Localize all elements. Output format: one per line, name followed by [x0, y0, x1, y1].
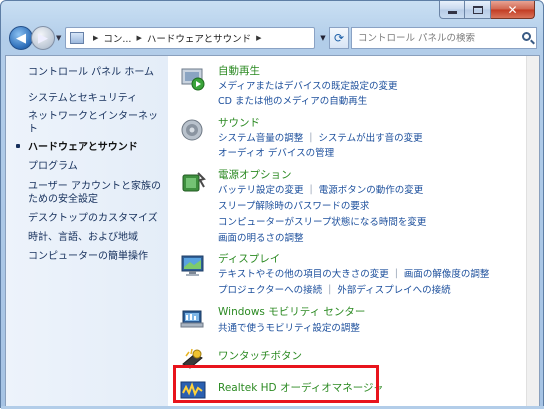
- control-panel-icon: [70, 32, 84, 44]
- search-box: [351, 27, 537, 49]
- link-separator: |: [309, 183, 313, 195]
- chevron-right-icon[interactable]: ▶: [256, 34, 261, 42]
- address-bar[interactable]: ▶ コン... ▶ ハードウェアとサウンド ▶: [65, 27, 315, 49]
- breadcrumb-hardware-sound[interactable]: ハードウェアとサウンド: [147, 31, 251, 45]
- recent-pages-dropdown-icon[interactable]: ▼: [56, 34, 61, 42]
- category-links: CD または他のメディアの自動再生: [218, 93, 367, 107]
- chevron-right-icon[interactable]: ▶: [93, 34, 98, 42]
- sidebar-item-clock-language-region[interactable]: 時計、言語、および地域: [28, 231, 164, 244]
- refresh-button[interactable]: ⟳: [329, 27, 349, 49]
- category-links: テキストやその他の項目の大きさの変更 | 画面の解像度の調整: [218, 266, 490, 281]
- link-separator: |: [309, 131, 313, 143]
- display-icon: [181, 255, 204, 276]
- link-separator: |: [328, 283, 332, 295]
- link-change-system-sounds[interactable]: システムが出す音の変更: [318, 130, 422, 144]
- sidebar-item-desktop-customization[interactable]: デスクトップのカスタマイズ: [28, 212, 164, 225]
- link-adjust-resolution[interactable]: 画面の解像度の調整: [404, 266, 490, 280]
- navigation-bar: ◀ ▶ ▼ ▶ コン... ▶ ハードウェアとサウンド ▶ ▼ ⟳: [5, 25, 539, 51]
- link-adjust-brightness[interactable]: 画面の明るさの調整: [218, 230, 304, 244]
- link-default-media-settings[interactable]: メディアまたはデバイスの既定設定の変更: [218, 78, 398, 92]
- category-links: コンピューターがスリープ状態になる時間を変更: [218, 214, 426, 228]
- link-change-sleep-time[interactable]: コンピューターがスリープ状態になる時間を変更: [218, 214, 426, 228]
- refresh-icon: ⟳: [333, 31, 345, 45]
- category-title[interactable]: 自動再生: [218, 63, 260, 78]
- autoplay-icon: [181, 68, 205, 91]
- caption-buttons: ✕: [439, 1, 535, 19]
- category-links: オーディオ デバイスの管理: [218, 145, 334, 159]
- category-links: スリープ解除時のパスワードの要求: [218, 198, 369, 212]
- link-change-power-button[interactable]: 電源ボタンの動作の変更: [319, 182, 424, 196]
- sidebar-item-hardware-sound: ハードウェアとサウンド: [28, 142, 138, 153]
- category-links: 共通で使うモビリティ設定の調整: [218, 320, 360, 334]
- address-dropdown-icon[interactable]: ▼: [317, 27, 329, 49]
- link-manage-audio-devices[interactable]: オーディオ デバイスの管理: [218, 145, 334, 159]
- sidebar-item-programs[interactable]: プログラム: [28, 160, 164, 173]
- link-require-password-on-wake[interactable]: スリープ解除時のパスワードの要求: [218, 198, 369, 212]
- search-icon[interactable]: [522, 32, 531, 41]
- sidebar-item-user-accounts[interactable]: ユーザー アカウントと家族のための安全設定: [28, 180, 164, 206]
- back-button[interactable]: ◀: [9, 26, 33, 50]
- category-links: プロジェクターへの接続 | 外部ディスプレイへの接続: [218, 282, 451, 297]
- forward-button[interactable]: ▶: [31, 26, 55, 50]
- category-links: システム音量の調整 | システムが出す音の変更: [218, 130, 423, 145]
- category-title[interactable]: ディスプレイ: [218, 251, 280, 266]
- control-panel-window: ✕ ◀ ▶ ▼ ▶ コン... ▶ ハードウェアとサウンド ▶ ▼ ⟳ コントロ…: [0, 0, 544, 409]
- link-change-text-size[interactable]: テキストやその他の項目の大きさの変更: [218, 266, 389, 280]
- vertical-scrollbar[interactable]: [526, 56, 539, 409]
- minimize-button[interactable]: [439, 1, 465, 19]
- chevron-right-icon[interactable]: ▶: [136, 34, 141, 42]
- arrow-left-icon: ◀: [16, 30, 26, 46]
- link-cd-autoplay[interactable]: CD または他のメディアの自動再生: [218, 93, 367, 107]
- category-links: 画面の明るさの調整: [218, 230, 304, 244]
- client-area: コントロール パネル ホーム システムとセキュリティ ネットワークとインターネッ…: [5, 55, 540, 409]
- arrow-right-icon: ▶: [38, 30, 48, 46]
- link-connect-projector[interactable]: プロジェクターへの接続: [218, 282, 322, 296]
- close-icon: ✕: [507, 2, 518, 17]
- power-options-icon: [182, 172, 206, 192]
- category-title[interactable]: ワンタッチボタン: [218, 348, 302, 363]
- category-links: メディアまたはデバイスの既定設定の変更: [218, 78, 398, 92]
- link-adjust-mobility-settings[interactable]: 共通で使うモビリティ設定の調整: [218, 320, 360, 334]
- category-list: 自動再生 メディアまたはデバイスの既定設定の変更 CD または他のメディアの自動…: [168, 56, 528, 409]
- search-input[interactable]: [358, 32, 516, 44]
- maximize-icon: [472, 5, 483, 14]
- sidebar-item-ease-of-access[interactable]: コンピューターの簡単操作: [28, 250, 164, 263]
- link-separator: |: [394, 267, 398, 279]
- sidebar: コントロール パネル ホーム システムとセキュリティ ネットワークとインターネッ…: [6, 56, 168, 409]
- mobility-center-icon: [180, 310, 204, 328]
- maximize-button[interactable]: [465, 1, 491, 19]
- breadcrumb-control-panel[interactable]: コン...: [103, 31, 131, 45]
- sidebar-item-control-panel-home[interactable]: コントロール パネル ホーム: [28, 66, 164, 79]
- link-adjust-volume[interactable]: システム音量の調整: [218, 130, 303, 144]
- link-change-battery-settings[interactable]: バッテリ設定の変更: [218, 182, 304, 196]
- minimize-icon: [447, 11, 457, 14]
- sidebar-item-network-internet[interactable]: ネットワークとインターネット: [28, 110, 164, 136]
- close-button[interactable]: ✕: [491, 1, 535, 19]
- current-page-bullet-icon: [16, 144, 20, 148]
- category-title[interactable]: サウンド: [218, 115, 260, 130]
- category-title[interactable]: 電源オプション: [218, 167, 292, 182]
- category-title[interactable]: Windows モビリティ センター: [218, 304, 365, 319]
- annotation-highlight-box: [173, 365, 379, 403]
- category-links: バッテリ設定の変更 | 電源ボタンの動作の変更: [218, 182, 424, 197]
- speaker-icon: [181, 119, 203, 141]
- link-connect-external-display[interactable]: 外部ディスプレイへの接続: [337, 282, 450, 296]
- sidebar-item-system-security[interactable]: システムとセキュリティ: [28, 92, 164, 105]
